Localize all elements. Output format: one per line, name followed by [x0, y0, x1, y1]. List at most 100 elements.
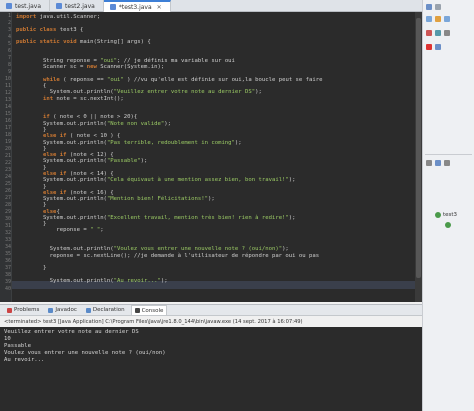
code-token: " "	[90, 227, 101, 234]
code-line: System.out.println("Excellent travail, m…	[16, 215, 296, 222]
bottom-tab-console[interactable]: Console	[130, 305, 168, 315]
code-token: main(String[] args) {	[76, 39, 151, 46]
code-token: }	[16, 127, 47, 134]
view-menu-icon[interactable]	[444, 16, 450, 22]
editor-tab[interactable]: test.java	[0, 0, 51, 12]
bottom-tab-javadoc[interactable]: Javadoc	[45, 305, 80, 315]
bottom-tab-label: Declaration	[92, 307, 125, 313]
code-token: System.out.println(	[16, 196, 107, 203]
console-output[interactable]: Veuillez entrer votre note au dernier DS…	[0, 327, 422, 411]
code-token: System.out.println(	[16, 120, 107, 127]
hierarchy-icon[interactable]	[426, 16, 432, 22]
java-file-icon	[6, 3, 12, 9]
code-token: String reponse =	[16, 57, 101, 64]
side-toolbar-1	[423, 2, 474, 12]
bottom-tab-label: Problems	[14, 307, 40, 313]
code-token: System.out.println(	[16, 214, 107, 221]
line-number: 16	[4, 118, 11, 124]
code-token: System.out.println(	[16, 89, 114, 96]
line-number: 12	[4, 90, 11, 96]
editor-scrollbar[interactable]	[415, 12, 422, 302]
code-token: System.out.println(	[16, 246, 114, 253]
code-token: else	[42, 208, 57, 215]
line-number: 8	[7, 62, 11, 68]
stop-icon[interactable]	[426, 44, 432, 50]
line-number: 3	[7, 27, 11, 33]
bottom-tab-problems[interactable]: Problems	[4, 305, 42, 315]
code-token: new	[86, 64, 97, 71]
bottom-tab-label: Javadoc	[55, 307, 77, 313]
sort-icon[interactable]	[444, 30, 450, 36]
code-token: ; // je définis ma variable sur oui	[117, 57, 235, 64]
code-line: public class test3 {	[16, 27, 83, 34]
line-number: 28	[4, 202, 11, 208]
side-toolbar-3	[423, 28, 474, 38]
code-token: System.out.println(	[16, 277, 114, 284]
code-token: ( reponse ==	[59, 76, 107, 83]
filter-icon[interactable]	[435, 16, 441, 22]
editor-tab[interactable]: *test3.java ✕	[103, 0, 171, 12]
code-token: );	[207, 196, 215, 203]
line-number: 10	[4, 76, 11, 82]
code-token: "Passable"	[106, 158, 141, 165]
code-area[interactable]: import java.util.Scanner; public class te…	[16, 12, 414, 302]
link-icon[interactable]	[435, 30, 441, 36]
line-number: 17	[4, 125, 11, 131]
collapse-icon[interactable]	[435, 44, 441, 50]
code-editor[interactable]: 1 2 3 4 5 6 7 8 9 10 11 12 13 14 15 16 17 18 19 20 21 22 23 24 2…	[0, 12, 422, 302]
console-line: 10	[4, 336, 11, 342]
outline-toolbar	[423, 158, 474, 168]
line-number: 24	[4, 174, 11, 180]
code-token: );	[288, 177, 296, 184]
editor-tab-label: test2.java	[65, 2, 95, 10]
method-icon	[445, 222, 451, 228]
outline-class-item[interactable]: test3	[435, 212, 457, 218]
editor-scrollbar-thumb[interactable]	[416, 18, 421, 278]
outline-menu-icon[interactable]	[444, 160, 450, 166]
code-token: if	[42, 114, 50, 121]
javadoc-icon	[48, 307, 54, 313]
declaration-icon	[85, 307, 91, 313]
minimize-icon[interactable]	[426, 4, 432, 10]
bookmark-icon[interactable]	[426, 30, 432, 36]
code-token: Scanner(System.in);	[96, 64, 165, 71]
code-token: while	[42, 76, 60, 83]
code-token: import	[16, 14, 37, 20]
side-toolbar-4	[423, 42, 474, 52]
code-token: }	[16, 202, 47, 209]
bottom-tab-declaration[interactable]: Declaration	[83, 305, 128, 315]
line-number: 4	[7, 34, 11, 40]
code-token: "Pas terrible, redoublement in coming"	[106, 139, 235, 146]
code-token: ( note < 10 ) {	[66, 133, 121, 140]
outline-method-item[interactable]	[445, 222, 451, 228]
code-token: }	[16, 164, 47, 171]
class-icon	[435, 212, 441, 218]
line-number: 23	[4, 167, 11, 173]
line-number: 26	[4, 188, 11, 194]
code-line: Scanner sc = new Scanner(System.in);	[16, 64, 164, 71]
code-token: System.out.println(	[16, 158, 107, 165]
code-token: "Voulez vous entrer une nouvelle note ? …	[113, 246, 283, 253]
line-number: 19	[4, 139, 11, 145]
code-token: reponse =	[16, 227, 91, 234]
line-number: 18	[4, 132, 11, 138]
outline-filter-icon[interactable]	[435, 160, 441, 166]
code-token: "oui"	[106, 76, 124, 83]
bottom-panel-tabs: Problems Javadoc Declaration Console	[0, 304, 422, 316]
line-number-gutter: 1 2 3 4 5 6 7 8 9 10 11 12 13 14 15 16 17 18 19 20 21 22 23 24 2…	[0, 12, 12, 302]
code-token: );	[140, 158, 148, 165]
console-line: Voulez vous entrer une nouvelle note ? (…	[4, 350, 166, 356]
maximize-icon[interactable]	[435, 4, 441, 10]
editor-tab[interactable]: test2.java	[50, 0, 104, 12]
problems-icon	[7, 307, 12, 313]
line-number: 36	[4, 258, 11, 264]
close-tab-icon[interactable]: ✕	[157, 4, 162, 11]
code-token: );	[288, 214, 296, 221]
editor-tab-bar: test.java test2.java *test3.java ✕	[0, 0, 422, 12]
code-line: while ( reponse == "oui" ) //vu qu'elle …	[16, 77, 323, 84]
outline-sort-icon[interactable]	[426, 160, 432, 166]
